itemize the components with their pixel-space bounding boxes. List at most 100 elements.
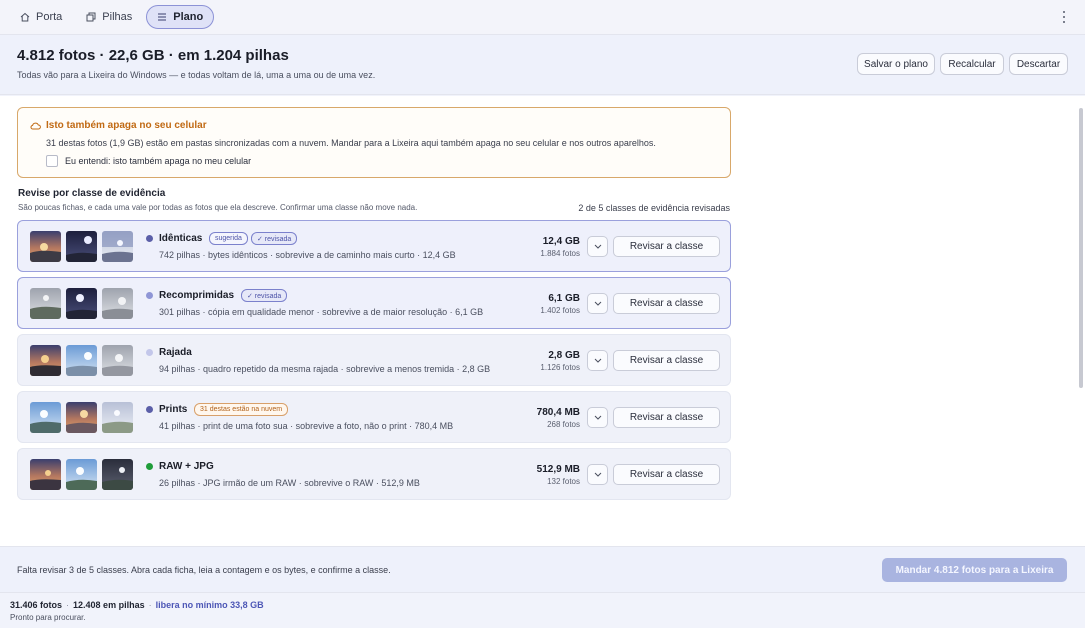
class-description: 742 pilhas · bytes idênticos · sobrevive… — [159, 250, 456, 260]
page-subtitle: Todas vão para a Lixeira do Windows — e … — [17, 70, 376, 80]
class-photo-count: 1.402 fotos — [540, 306, 580, 315]
top-nav: Porta Pilhas Plano — [0, 0, 1085, 35]
cloud-warning: Isto também apaga no seu celular 31 dest… — [17, 107, 731, 178]
chevron-down-icon — [594, 472, 601, 477]
list-icon — [158, 13, 167, 21]
class-card-recomprimidas[interactable]: Recomprimidas ✓ revisada 301 pilhas · có… — [17, 277, 731, 329]
chevron-down-icon — [594, 301, 601, 306]
cloud-badge: 31 destas estão na nuvem — [194, 403, 289, 416]
total-photos: 31.406 fotos — [10, 600, 63, 610]
total-stacks: 12.408 em pilhas — [73, 600, 145, 610]
photo-thumbnail — [66, 459, 97, 490]
tab-pilhas[interactable]: Pilhas — [76, 5, 142, 29]
chevron-down-icon — [594, 244, 601, 249]
class-card-raw-jpg[interactable]: RAW + JPG 26 pilhas · JPG irmão de um RA… — [17, 448, 731, 500]
class-color-dot — [146, 235, 153, 242]
class-color-dot — [146, 463, 153, 470]
tab-label: Pilhas — [102, 11, 133, 23]
cloud-icon — [30, 122, 41, 130]
photo-thumbnail — [102, 288, 133, 319]
tab-label: Plano — [173, 11, 204, 23]
expand-button[interactable] — [587, 407, 608, 428]
photo-thumbnail — [30, 231, 61, 262]
status-ready: Pronto para procurar. — [10, 613, 86, 622]
chevron-down-icon — [594, 415, 601, 420]
photo-thumbnail — [30, 345, 61, 376]
tab-porta[interactable]: Porta — [10, 5, 72, 29]
photo-thumbnail — [30, 402, 61, 433]
class-photo-count: 1.884 fotos — [540, 249, 580, 258]
stack-icon — [86, 12, 96, 22]
class-color-dot — [146, 349, 153, 356]
chevron-down-icon — [594, 358, 601, 363]
suggested-badge: sugerida — [209, 232, 248, 245]
class-size: 2,8 GB — [548, 350, 580, 361]
expand-button[interactable] — [587, 293, 608, 314]
class-description: 41 pilhas · print de uma foto sua · sobr… — [159, 421, 454, 431]
photo-thumbnail — [66, 402, 97, 433]
class-description: 301 pilhas · cópia em qualidade menor · … — [159, 307, 484, 317]
save-plan-button[interactable]: Salvar o plano — [857, 53, 935, 75]
photo-thumbnail — [66, 288, 97, 319]
review-class-button[interactable]: Revisar a classe — [613, 236, 720, 257]
expand-button[interactable] — [587, 464, 608, 485]
class-photo-count: 268 fotos — [547, 420, 580, 429]
class-color-dot — [146, 292, 153, 299]
class-size: 780,4 MB — [536, 407, 580, 418]
confirm-checkbox[interactable] — [46, 155, 58, 167]
frees-space: libera no mínimo 33,8 GB — [155, 600, 264, 610]
class-size: 12,4 GB — [542, 236, 580, 247]
class-photo-count: 1.126 fotos — [540, 363, 580, 372]
scrollbar[interactable] — [1079, 108, 1083, 388]
class-name: Recomprimidas — [159, 290, 235, 301]
plan-header: 4.812 fotos · 22,6 GB · em 1.204 pilhas … — [0, 35, 1085, 95]
class-photo-count: 132 fotos — [547, 477, 580, 486]
class-name: RAW + JPG — [159, 461, 214, 472]
warning-title: Isto também apaga no seu celular — [46, 120, 207, 131]
discard-button[interactable]: Descartar — [1009, 53, 1068, 75]
class-size: 512,9 MB — [536, 464, 580, 475]
photo-thumbnail — [30, 288, 61, 319]
review-class-button[interactable]: Revisar a classe — [613, 293, 720, 314]
photo-thumbnail — [66, 231, 97, 262]
review-progress: 2 de 5 classes de evidência revisadas — [578, 203, 730, 213]
class-name: Idênticas — [159, 233, 203, 244]
expand-button[interactable] — [587, 236, 608, 257]
photo-thumbnail — [30, 459, 61, 490]
more-menu-icon[interactable] — [1061, 10, 1067, 24]
class-name: Rajada — [159, 347, 192, 358]
action-bar: Falta revisar 3 de 5 classes. Abra cada … — [0, 546, 1085, 592]
page-title: 4.812 fotos · 22,6 GB · em 1.204 pilhas — [17, 47, 289, 64]
class-card-rajada[interactable]: Rajada 94 pilhas · quadro repetido da me… — [17, 334, 731, 386]
confirm-checkbox-label[interactable]: Eu entendi: isto também apaga no meu cel… — [65, 156, 251, 166]
class-card-prints[interactable]: Prints 31 destas estão na nuvem 41 pilha… — [17, 391, 731, 443]
section-subtitle: São poucas fichas, e cada uma vale por t… — [18, 203, 418, 212]
photo-thumbnail — [102, 231, 133, 262]
review-class-button[interactable]: Revisar a classe — [613, 464, 720, 485]
photo-thumbnail — [102, 345, 133, 376]
photo-thumbnail — [66, 345, 97, 376]
home-icon — [20, 12, 30, 22]
class-description: 26 pilhas · JPG irmão de um RAW · sobrev… — [159, 478, 420, 488]
send-to-trash-button[interactable]: Mandar 4.812 fotos para a Lixeira — [882, 558, 1067, 582]
review-class-button[interactable]: Revisar a classe — [613, 350, 720, 371]
recalculate-button[interactable]: Recalcular — [940, 53, 1004, 75]
section-title: Revise por classe de evidência — [18, 188, 166, 199]
reviewed-badge: ✓ revisada — [241, 289, 288, 302]
status-bar: 31.406 fotos · 12.408 em pilhas · libera no … — [0, 592, 1085, 628]
photo-thumbnail — [102, 402, 133, 433]
review-class-button[interactable]: Revisar a classe — [613, 407, 720, 428]
reviewed-badge: ✓ revisada — [251, 232, 298, 245]
expand-button[interactable] — [587, 350, 608, 371]
class-card-identicas[interactable]: Idênticas sugerida ✓ revisada 742 pilhas… — [17, 220, 731, 272]
photo-thumbnail — [102, 459, 133, 490]
status-summary: 31.406 fotos · 12.408 em pilhas · libera no … — [10, 600, 264, 610]
warning-body: 31 destas fotos (1,9 GB) estão em pastas… — [46, 138, 656, 148]
class-description: 94 pilhas · quadro repetido da mesma raj… — [159, 364, 491, 374]
class-size: 6,1 GB — [548, 293, 580, 304]
tab-plano[interactable]: Plano — [146, 5, 215, 29]
class-color-dot — [146, 406, 153, 413]
class-name: Prints — [159, 404, 188, 415]
tab-label: Porta — [36, 11, 63, 23]
review-remaining-message: Falta revisar 3 de 5 classes. Abra cada … — [17, 565, 391, 575]
